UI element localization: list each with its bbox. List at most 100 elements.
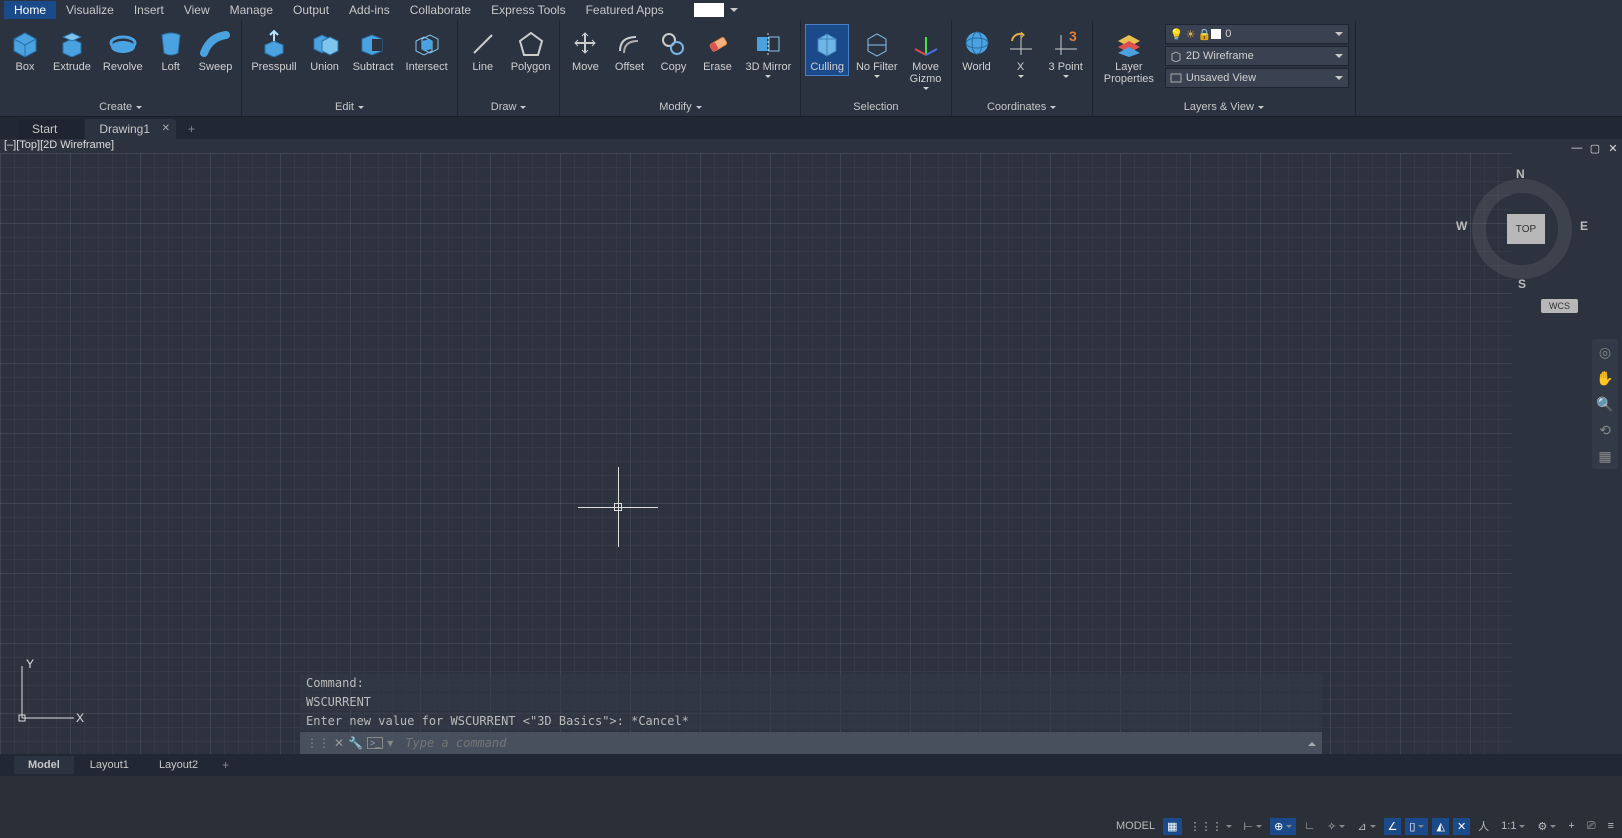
tool-subtract[interactable]: Subtract bbox=[348, 24, 399, 76]
status-model[interactable]: MODEL bbox=[1112, 818, 1159, 834]
viewcube[interactable]: TOP N S W E bbox=[1462, 169, 1582, 289]
tool-line[interactable]: Line bbox=[462, 24, 504, 76]
ucs-icon: Y X bbox=[14, 656, 84, 726]
status-scale[interactable]: 1:1 bbox=[1497, 818, 1529, 834]
status-grid-icon[interactable]: ▦ bbox=[1163, 818, 1181, 835]
zoom-icon[interactable]: 🔍 bbox=[1596, 395, 1614, 413]
panel-caption[interactable]: Edit bbox=[242, 99, 456, 116]
status-polar-icon[interactable]: ✧ bbox=[1323, 818, 1349, 835]
tool-3point[interactable]: 3 3 Point bbox=[1044, 24, 1088, 84]
menu-featuredapps[interactable]: Featured Apps bbox=[576, 1, 674, 19]
tool-movegizmo[interactable]: Move Gizmo bbox=[905, 24, 947, 96]
tool-culling[interactable]: Culling bbox=[805, 24, 849, 76]
tool-nofilter[interactable]: No Filter bbox=[851, 24, 903, 84]
tool-loft[interactable]: Loft bbox=[150, 24, 192, 76]
union-icon bbox=[309, 27, 341, 59]
compass-w[interactable]: W bbox=[1456, 219, 1467, 233]
tool-presspull[interactable]: Presspull bbox=[246, 24, 301, 76]
minimize-icon[interactable]: — bbox=[1570, 141, 1584, 155]
status-plus-icon[interactable]: + bbox=[1564, 818, 1578, 834]
bulb-icon: 💡 bbox=[1170, 28, 1184, 41]
culling-icon bbox=[811, 27, 843, 59]
layerprops-icon bbox=[1113, 27, 1145, 59]
tab-layout2[interactable]: Layout2 bbox=[145, 756, 212, 774]
cmd-close-icon[interactable]: ✕ bbox=[334, 736, 344, 750]
panel-caption[interactable]: Draw bbox=[458, 99, 560, 116]
tool-layerprops[interactable]: Layer Properties bbox=[1099, 24, 1159, 88]
menu-manage[interactable]: Manage bbox=[220, 1, 283, 19]
tab-drawing1[interactable]: Drawing1✕ bbox=[85, 119, 176, 139]
status-transp-icon[interactable]: 人 bbox=[1474, 816, 1493, 836]
panel-caption[interactable]: Modify bbox=[560, 99, 800, 116]
status-ortho-icon[interactable]: ∟ bbox=[1300, 818, 1319, 834]
tab-start[interactable]: Start bbox=[18, 119, 83, 139]
menu-view[interactable]: View bbox=[174, 1, 220, 19]
visualstyle-dropdown[interactable]: 2D Wireframe bbox=[1165, 46, 1349, 66]
menu-visualize[interactable]: Visualize bbox=[56, 1, 124, 19]
tool-box[interactable]: Box bbox=[4, 24, 46, 76]
status-gear-icon[interactable]: ⚙ bbox=[1533, 818, 1560, 835]
maximize-icon[interactable]: ▢ bbox=[1588, 141, 1602, 155]
loft-icon bbox=[155, 27, 187, 59]
compass-n[interactable]: N bbox=[1516, 167, 1525, 181]
command-input[interactable] bbox=[399, 736, 1322, 750]
close-icon[interactable]: ✕ bbox=[1606, 141, 1620, 155]
status-customize-icon[interactable]: ≡ bbox=[1604, 818, 1618, 834]
tool-union[interactable]: Union bbox=[304, 24, 346, 76]
menu-dropdown[interactable] bbox=[694, 3, 724, 17]
status-otrack-icon[interactable]: ▯ bbox=[1405, 818, 1428, 835]
tool-offset[interactable]: Offset bbox=[608, 24, 650, 76]
cmd-wrench-icon[interactable]: 🔧 bbox=[348, 736, 363, 750]
close-icon[interactable]: ✕ bbox=[162, 123, 170, 134]
menu-output[interactable]: Output bbox=[283, 1, 339, 19]
viewport-header[interactable]: [–][Top][2D Wireframe] bbox=[4, 139, 114, 151]
status-iso-icon[interactable]: ⊿ bbox=[1353, 818, 1379, 835]
layer-dropdown[interactable]: 💡 ☀ 🔒 0 bbox=[1165, 24, 1349, 44]
tool-intersect[interactable]: Intersect bbox=[401, 24, 453, 76]
menu-home[interactable]: Home bbox=[4, 1, 56, 19]
status-lwt-icon[interactable]: ✕ bbox=[1453, 818, 1470, 835]
orbit-icon[interactable]: ⟲ bbox=[1596, 421, 1614, 439]
status-dynamic-icon[interactable]: ⊕ bbox=[1270, 818, 1296, 835]
status-infer-icon[interactable]: ⊢ bbox=[1240, 818, 1267, 835]
tab-add[interactable]: + bbox=[178, 119, 205, 139]
tab-layout1[interactable]: Layout1 bbox=[76, 756, 143, 774]
tool-copy[interactable]: Copy bbox=[652, 24, 694, 76]
status-ucs-icon[interactable]: ⎚ bbox=[1583, 818, 1600, 835]
panel-caption[interactable]: Layers & View bbox=[1093, 99, 1355, 116]
status-osnap-icon[interactable]: ∠ bbox=[1384, 818, 1402, 835]
viewcube-face[interactable]: TOP bbox=[1507, 214, 1545, 244]
tab-model[interactable]: Model bbox=[14, 756, 74, 774]
menu-insert[interactable]: Insert bbox=[124, 1, 174, 19]
tool-sweep[interactable]: Sweep bbox=[194, 24, 238, 76]
drawing-area[interactable]: [–][Top][2D Wireframe] — ▢ ✕ TOP N S W E… bbox=[0, 139, 1622, 754]
tool-erase[interactable]: Erase bbox=[696, 24, 738, 76]
menu-expresstools[interactable]: Express Tools bbox=[481, 1, 575, 19]
tool-extrude[interactable]: Extrude bbox=[48, 24, 96, 76]
tool-move[interactable]: Move bbox=[564, 24, 606, 76]
menu-collaborate[interactable]: Collaborate bbox=[400, 1, 481, 19]
view-dropdown[interactable]: Unsaved View bbox=[1165, 68, 1349, 88]
cmd-grip-icon[interactable]: ⋮⋮ bbox=[306, 736, 330, 750]
cmd-history-line: WSCURRENT bbox=[300, 693, 1322, 711]
tool-x[interactable]: X bbox=[1000, 24, 1042, 84]
tool-world[interactable]: World bbox=[956, 24, 998, 76]
menu-addins[interactable]: Add-ins bbox=[339, 1, 400, 19]
tab-add-layout[interactable]: + bbox=[214, 755, 237, 775]
tool-revolve[interactable]: Revolve bbox=[98, 24, 148, 76]
tool-3dmirror[interactable]: 3D Mirror bbox=[740, 24, 796, 84]
showmotion-icon[interactable]: ▦ bbox=[1596, 447, 1614, 465]
command-area: Command: WSCURRENT Enter new value for W… bbox=[300, 674, 1322, 754]
cmd-history-up-icon[interactable] bbox=[1308, 738, 1316, 746]
gizmo-icon bbox=[910, 27, 942, 59]
status-3dosnap-icon[interactable]: ◭ bbox=[1432, 818, 1448, 835]
compass-e[interactable]: E bbox=[1580, 219, 1588, 233]
compass-s[interactable]: S bbox=[1518, 277, 1526, 291]
pan-icon[interactable]: ✋ bbox=[1596, 369, 1614, 387]
tool-polygon[interactable]: Polygon bbox=[506, 24, 556, 76]
status-snap-icon[interactable]: ⋮⋮⋮ bbox=[1186, 818, 1236, 835]
panel-caption[interactable]: Create bbox=[0, 99, 241, 116]
steering-wheel-icon[interactable]: ◎ bbox=[1596, 343, 1614, 361]
panel-caption[interactable]: Coordinates bbox=[952, 99, 1092, 116]
wcs-badge[interactable]: WCS bbox=[1541, 299, 1578, 313]
